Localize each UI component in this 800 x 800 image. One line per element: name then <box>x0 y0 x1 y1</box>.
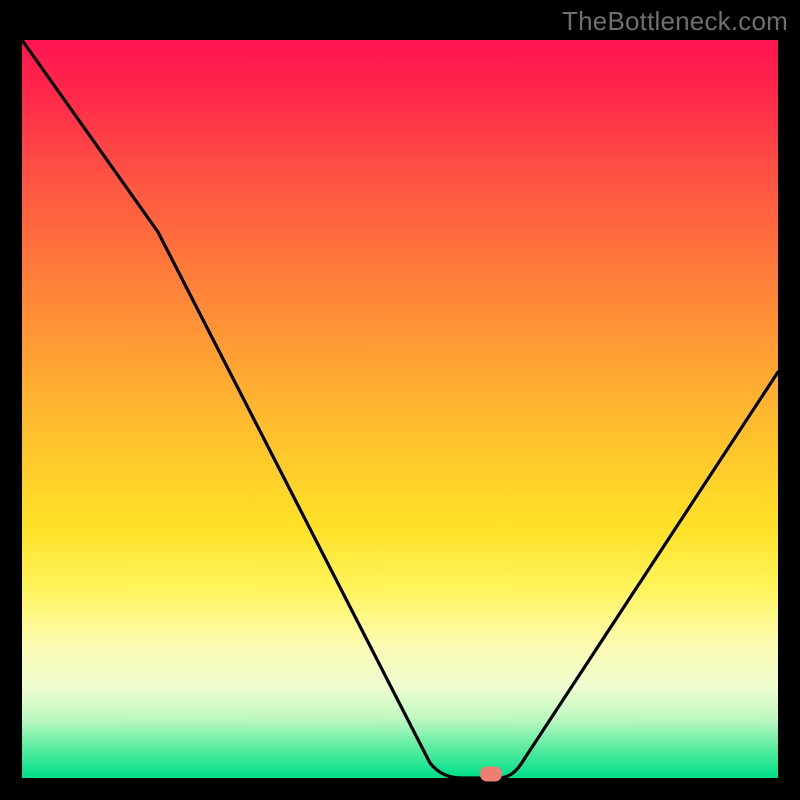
bottleneck-curve <box>22 40 778 778</box>
curve-path <box>22 40 778 778</box>
watermark-text: TheBottleneck.com <box>562 6 788 37</box>
plot-area <box>22 40 778 778</box>
chart-container: TheBottleneck.com <box>0 0 800 800</box>
optimum-marker <box>480 766 502 781</box>
